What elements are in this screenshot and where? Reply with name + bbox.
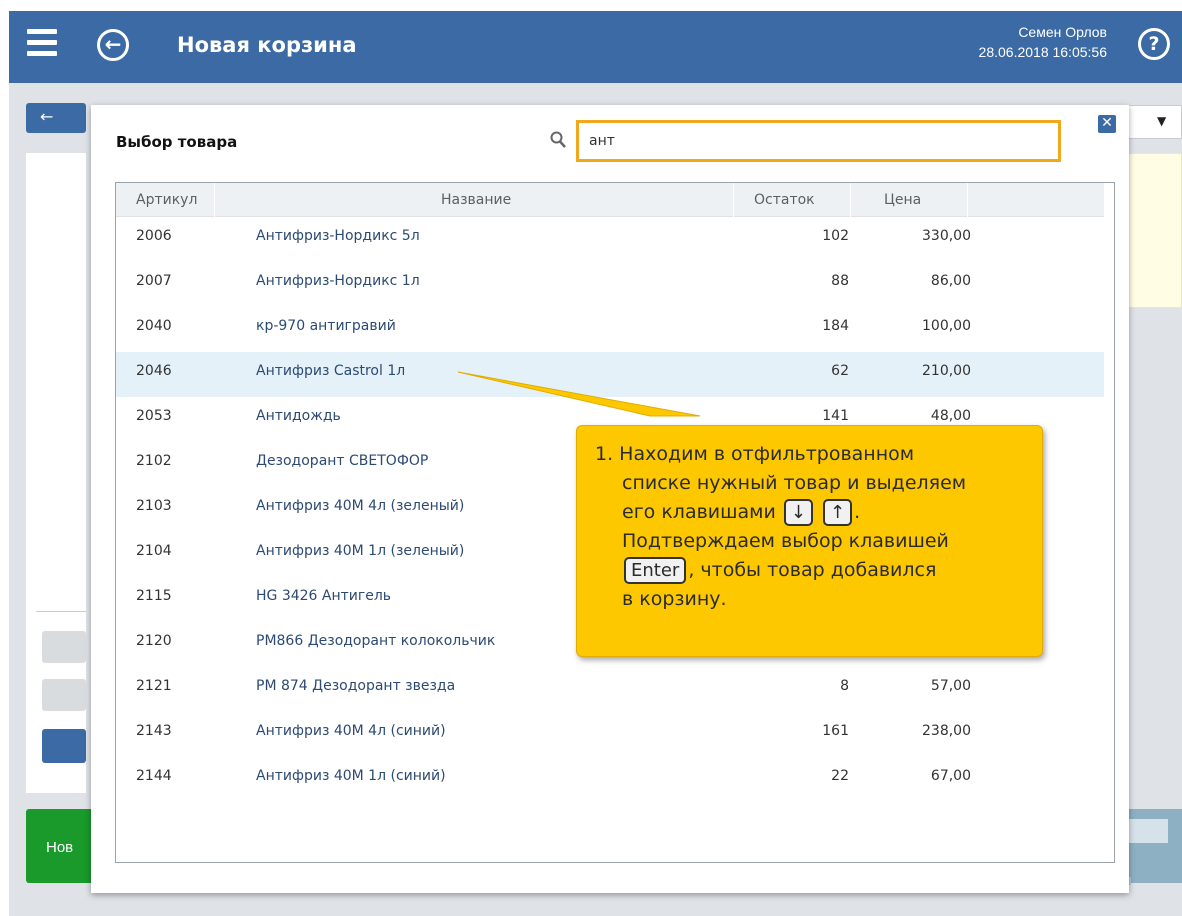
column-separator <box>850 183 851 217</box>
hint-line: списке нужный товар и выделяем <box>622 472 967 494</box>
cell-article: 2103 <box>136 498 172 514</box>
cell-price: 86,00 <box>930 273 971 289</box>
cell-name: HG 3426 Антигель <box>256 588 392 604</box>
cell-article: 2053 <box>136 408 172 424</box>
hint-line: 1. Находим в отфильтрованном <box>595 443 915 465</box>
column-header-name[interactable]: Название <box>441 183 511 217</box>
background-blue-button[interactable] <box>42 729 86 763</box>
background-back-button[interactable]: ← <box>26 103 86 133</box>
hint-text-fragment: его клавишами <box>622 501 776 523</box>
page-title: Новая корзина <box>177 33 357 57</box>
cell-article: 2007 <box>136 273 172 289</box>
hint-line: его клавишами ↓ ↑. <box>595 498 1035 527</box>
app-window: ← Новая корзина Семен Орлов 28.06.2018 1… <box>9 11 1182 916</box>
hint-line: Enter, чтобы товар добавился <box>595 556 1035 585</box>
cell-name: кр-970 антигравий <box>256 318 396 334</box>
cell-price: 238,00 <box>922 723 971 739</box>
column-separator <box>967 183 968 217</box>
cell-name: Антифриз-Нордикс 1л <box>256 273 420 289</box>
cell-article: 2121 <box>136 678 172 694</box>
cell-price: 100,00 <box>922 318 971 334</box>
cell-stock: 161 <box>822 723 849 739</box>
hint-line: в корзину. <box>622 588 727 610</box>
cell-article: 2104 <box>136 543 172 559</box>
cell-stock: 88 <box>831 273 849 289</box>
table-row[interactable]: 2121 PM 874 Дезодорант звезда 8 57,00 <box>116 667 1104 712</box>
cell-stock: 22 <box>831 768 849 784</box>
cell-price: 57,00 <box>930 678 971 694</box>
cell-name: Антифриз 40М 1л (зеленый) <box>256 543 465 559</box>
column-header-stock[interactable]: Остаток <box>754 183 815 217</box>
hint-text-fragment: , чтобы товар добавился <box>688 559 937 581</box>
cell-name: PM866 Дезодорант колокольчик <box>256 633 496 649</box>
cell-price: 210,00 <box>922 363 971 379</box>
cell-stock: 8 <box>840 678 849 694</box>
background-divider <box>36 611 86 612</box>
cell-name: Антифриз Castrol 1л <box>256 363 406 379</box>
cell-article: 2102 <box>136 453 172 469</box>
help-icon[interactable]: ? <box>1138 28 1170 60</box>
column-header-article[interactable]: Артикул <box>136 183 197 217</box>
key-down-icon: ↓ <box>783 499 813 526</box>
close-icon[interactable]: ✕ <box>1098 115 1116 133</box>
cell-name: Антифриз 40М 4л (синий) <box>256 723 446 739</box>
top-bar: ← Новая корзина Семен Орлов 28.06.2018 1… <box>9 11 1182 83</box>
user-name: Семен Орлов <box>1018 24 1107 40</box>
search-icon <box>550 131 566 148</box>
cell-name: PM 874 Дезодорант звезда <box>256 678 456 694</box>
cell-article: 2046 <box>136 363 172 379</box>
table-row[interactable]: 2007 Антифриз-Нордикс 1л 88 86,00 <box>116 262 1104 307</box>
cell-name: Дезодорант СВЕТОФОР <box>256 453 429 469</box>
search-box <box>576 120 1061 162</box>
hint-callout: 1. Находим в отфильтрованном списке нужн… <box>576 425 1043 657</box>
table-row[interactable]: 2006 Антифриз-Нордикс 5л 102 330,00 <box>116 217 1104 262</box>
back-arrow-icon[interactable]: ← <box>97 29 129 61</box>
hint-line: Подтверждаем выбор клавишей <box>622 530 949 552</box>
table-header: Артикул Название Остаток Цена <box>116 183 1104 217</box>
cell-article: 2040 <box>136 318 172 334</box>
search-input[interactable] <box>579 123 1058 159</box>
key-up-icon: ↑ <box>823 499 853 526</box>
cell-stock: 102 <box>822 228 849 244</box>
cell-article: 2120 <box>136 633 172 649</box>
background-right-field <box>1126 819 1168 843</box>
cell-article: 2115 <box>136 588 172 604</box>
background-gray-button[interactable] <box>42 679 86 711</box>
key-enter-icon: Enter <box>624 557 687 584</box>
column-header-price[interactable]: Цена <box>884 183 921 217</box>
menu-icon[interactable] <box>27 29 57 59</box>
hint-text: 1. Находим в отфильтрованном списке нужн… <box>595 440 1035 614</box>
current-datetime: 28.06.2018 16:05:56 <box>978 44 1107 60</box>
cell-name: Антифриз 40М 1л (синий) <box>256 768 446 784</box>
cell-article: 2143 <box>136 723 172 739</box>
cell-article: 2006 <box>136 228 172 244</box>
cell-name: Антидождь <box>256 408 341 424</box>
cell-name: Антифриз 40М 4л (зеленый) <box>256 498 465 514</box>
table-row[interactable]: 2143 Антифриз 40М 4л (синий) 161 238,00 <box>116 712 1104 757</box>
hint-text-fragment: . <box>854 501 861 523</box>
cell-stock: 184 <box>822 318 849 334</box>
cell-price: 330,00 <box>922 228 971 244</box>
cell-name: Антифриз-Нордикс 5л <box>256 228 420 244</box>
column-separator <box>733 183 734 217</box>
table-row[interactable]: 2144 Антифриз 40М 1л (синий) 22 67,00 <box>116 757 1104 802</box>
cell-stock: 62 <box>831 363 849 379</box>
table-row[interactable]: 2046 Антифриз Castrol 1л 62 210,00 <box>116 352 1104 397</box>
cell-article: 2144 <box>136 768 172 784</box>
dialog-title: Выбор товара <box>116 133 238 151</box>
cell-price: 67,00 <box>930 768 971 784</box>
chevron-down-icon: ▼ <box>1157 114 1167 128</box>
table-row[interactable]: 2040 кр-970 антигравий 184 100,00 <box>116 307 1104 352</box>
column-separator <box>214 183 215 217</box>
background-gray-button[interactable] <box>42 631 86 663</box>
